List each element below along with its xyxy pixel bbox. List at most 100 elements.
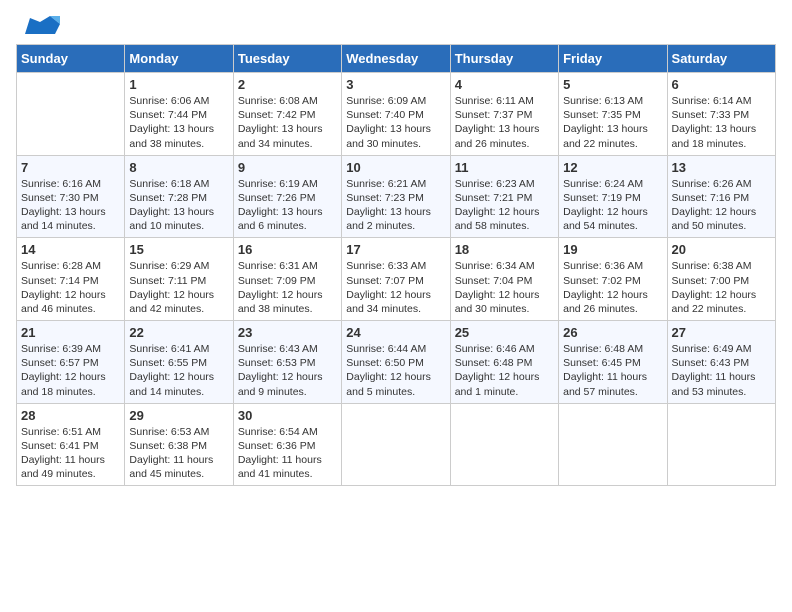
col-header-monday: Monday: [125, 45, 233, 73]
calendar-cell: 7 Sunrise: 6:16 AM Sunset: 7:30 PM Daylig…: [17, 155, 125, 238]
logo: [16, 16, 60, 34]
day-number: 4: [455, 77, 554, 92]
calendar-cell: 10 Sunrise: 6:21 AM Sunset: 7:23 PM Dayli…: [342, 155, 450, 238]
day-info: Sunrise: 6:38 AM Sunset: 7:00 PM Dayligh…: [672, 259, 771, 316]
day-number: 17: [346, 242, 445, 257]
calendar-cell: 17 Sunrise: 6:33 AM Sunset: 7:07 PM Dayli…: [342, 238, 450, 321]
calendar-cell: [450, 403, 558, 486]
day-number: 23: [238, 325, 337, 340]
calendar-cell: 14 Sunrise: 6:28 AM Sunset: 7:14 PM Dayli…: [17, 238, 125, 321]
day-info: Sunrise: 6:36 AM Sunset: 7:02 PM Dayligh…: [563, 259, 662, 316]
day-number: 18: [455, 242, 554, 257]
calendar-cell: 19 Sunrise: 6:36 AM Sunset: 7:02 PM Dayli…: [559, 238, 667, 321]
calendar-cell: 27Sunrise: 6:49 AM Sunset: 6:43 PM Dayli…: [667, 321, 775, 404]
calendar-cell: [342, 403, 450, 486]
day-info: Sunrise: 6:48 AM Sunset: 6:45 PM Dayligh…: [563, 342, 662, 399]
calendar-cell: 24 Sunrise: 6:44 AM Sunset: 6:50 PM Dayli…: [342, 321, 450, 404]
day-number: 21: [21, 325, 120, 340]
day-number: 9: [238, 160, 337, 175]
calendar-cell: [667, 403, 775, 486]
day-number: 5: [563, 77, 662, 92]
calendar-cell: 25Sunrise: 6:46 AM Sunset: 6:48 PM Dayli…: [450, 321, 558, 404]
day-info: Sunrise: 6:33 AM Sunset: 7:07 PM Dayligh…: [346, 259, 445, 316]
day-info: Sunrise: 6:34 AM Sunset: 7:04 PM Dayligh…: [455, 259, 554, 316]
calendar-cell: 20 Sunrise: 6:38 AM Sunset: 7:00 PM Dayli…: [667, 238, 775, 321]
day-info: Sunrise: 6:23 AM Sunset: 7:21 PM Dayligh…: [455, 177, 554, 234]
calendar-header: SundayMondayTuesdayWednesdayThursdayFrid…: [17, 45, 776, 73]
calendar-week-4: 21 Sunrise: 6:39 AM Sunset: 6:57 PM Dayli…: [17, 321, 776, 404]
day-number: 26: [563, 325, 662, 340]
day-number: 12: [563, 160, 662, 175]
day-info: Sunrise: 6:21 AM Sunset: 7:23 PM Dayligh…: [346, 177, 445, 234]
page-header: [16, 16, 776, 34]
calendar-cell: 26 Sunrise: 6:48 AM Sunset: 6:45 PM Dayli…: [559, 321, 667, 404]
day-info: Sunrise: 6:11 AM Sunset: 7:37 PM Dayligh…: [455, 94, 554, 151]
day-number: 1: [129, 77, 228, 92]
day-info: Sunrise: 6:43 AM Sunset: 6:53 PM Dayligh…: [238, 342, 337, 399]
calendar-cell: 18 Sunrise: 6:34 AM Sunset: 7:04 PM Dayli…: [450, 238, 558, 321]
calendar-week-2: 7 Sunrise: 6:16 AM Sunset: 7:30 PM Daylig…: [17, 155, 776, 238]
day-number: 29: [129, 408, 228, 423]
day-info: Sunrise: 6:14 AM Sunset: 7:33 PM Dayligh…: [672, 94, 771, 151]
day-info: Sunrise: 6:44 AM Sunset: 6:50 PM Dayligh…: [346, 342, 445, 399]
day-number: 20: [672, 242, 771, 257]
day-info: Sunrise: 6:16 AM Sunset: 7:30 PM Dayligh…: [21, 177, 120, 234]
calendar-cell: 15 Sunrise: 6:29 AM Sunset: 7:11 PM Dayli…: [125, 238, 233, 321]
calendar-week-3: 14 Sunrise: 6:28 AM Sunset: 7:14 PM Dayli…: [17, 238, 776, 321]
day-number: 2: [238, 77, 337, 92]
day-info: Sunrise: 6:26 AM Sunset: 7:16 PM Dayligh…: [672, 177, 771, 234]
day-number: 11: [455, 160, 554, 175]
day-number: 22: [129, 325, 228, 340]
calendar-cell: [559, 403, 667, 486]
calendar-cell: 30 Sunrise: 6:54 AM Sunset: 6:36 PM Dayli…: [233, 403, 341, 486]
col-header-sunday: Sunday: [17, 45, 125, 73]
calendar-cell: 5 Sunrise: 6:13 AM Sunset: 7:35 PM Daylig…: [559, 73, 667, 156]
calendar-cell: 21 Sunrise: 6:39 AM Sunset: 6:57 PM Dayli…: [17, 321, 125, 404]
calendar-week-5: 28Sunrise: 6:51 AM Sunset: 6:41 PM Dayli…: [17, 403, 776, 486]
day-info: Sunrise: 6:51 AM Sunset: 6:41 PM Dayligh…: [21, 425, 120, 482]
day-info: Sunrise: 6:24 AM Sunset: 7:19 PM Dayligh…: [563, 177, 662, 234]
calendar-cell: 13 Sunrise: 6:26 AM Sunset: 7:16 PM Dayli…: [667, 155, 775, 238]
day-number: 10: [346, 160, 445, 175]
calendar-cell: 16Sunrise: 6:31 AM Sunset: 7:09 PM Dayli…: [233, 238, 341, 321]
day-number: 13: [672, 160, 771, 175]
col-header-wednesday: Wednesday: [342, 45, 450, 73]
day-info: Sunrise: 6:49 AM Sunset: 6:43 PM Dayligh…: [672, 342, 771, 399]
day-number: 25: [455, 325, 554, 340]
calendar-cell: 3 Sunrise: 6:09 AM Sunset: 7:40 PM Daylig…: [342, 73, 450, 156]
day-number: 14: [21, 242, 120, 257]
day-info: Sunrise: 6:18 AM Sunset: 7:28 PM Dayligh…: [129, 177, 228, 234]
day-number: 7: [21, 160, 120, 175]
calendar-cell: 29Sunrise: 6:53 AM Sunset: 6:38 PM Dayli…: [125, 403, 233, 486]
day-info: Sunrise: 6:13 AM Sunset: 7:35 PM Dayligh…: [563, 94, 662, 151]
calendar-cell: 11 Sunrise: 6:23 AM Sunset: 7:21 PM Dayli…: [450, 155, 558, 238]
day-info: Sunrise: 6:39 AM Sunset: 6:57 PM Dayligh…: [21, 342, 120, 399]
day-info: Sunrise: 6:29 AM Sunset: 7:11 PM Dayligh…: [129, 259, 228, 316]
day-number: 24: [346, 325, 445, 340]
col-header-friday: Friday: [559, 45, 667, 73]
day-info: Sunrise: 6:41 AM Sunset: 6:55 PM Dayligh…: [129, 342, 228, 399]
calendar-cell: 8 Sunrise: 6:18 AM Sunset: 7:28 PM Daylig…: [125, 155, 233, 238]
calendar-cell: 6 Sunrise: 6:14 AM Sunset: 7:33 PM Daylig…: [667, 73, 775, 156]
day-info: Sunrise: 6:28 AM Sunset: 7:14 PM Dayligh…: [21, 259, 120, 316]
calendar-cell: 28Sunrise: 6:51 AM Sunset: 6:41 PM Dayli…: [17, 403, 125, 486]
day-number: 6: [672, 77, 771, 92]
calendar-cell: 9 Sunrise: 6:19 AM Sunset: 7:26 PM Daylig…: [233, 155, 341, 238]
calendar-cell: 12 Sunrise: 6:24 AM Sunset: 7:19 PM Dayli…: [559, 155, 667, 238]
calendar-cell: 22 Sunrise: 6:41 AM Sunset: 6:55 PM Dayli…: [125, 321, 233, 404]
day-info: Sunrise: 6:54 AM Sunset: 6:36 PM Dayligh…: [238, 425, 337, 482]
day-number: 8: [129, 160, 228, 175]
calendar-cell: 4 Sunrise: 6:11 AM Sunset: 7:37 PM Daylig…: [450, 73, 558, 156]
day-number: 15: [129, 242, 228, 257]
day-number: 30: [238, 408, 337, 423]
day-info: Sunrise: 6:09 AM Sunset: 7:40 PM Dayligh…: [346, 94, 445, 151]
day-info: Sunrise: 6:19 AM Sunset: 7:26 PM Dayligh…: [238, 177, 337, 234]
calendar-cell: 1 Sunrise: 6:06 AM Sunset: 7:44 PM Daylig…: [125, 73, 233, 156]
calendar-cell: 23 Sunrise: 6:43 AM Sunset: 6:53 PM Dayli…: [233, 321, 341, 404]
day-info: Sunrise: 6:06 AM Sunset: 7:44 PM Dayligh…: [129, 94, 228, 151]
day-number: 19: [563, 242, 662, 257]
day-number: 16: [238, 242, 337, 257]
col-header-thursday: Thursday: [450, 45, 558, 73]
logo-icon: [20, 16, 60, 34]
day-number: 3: [346, 77, 445, 92]
